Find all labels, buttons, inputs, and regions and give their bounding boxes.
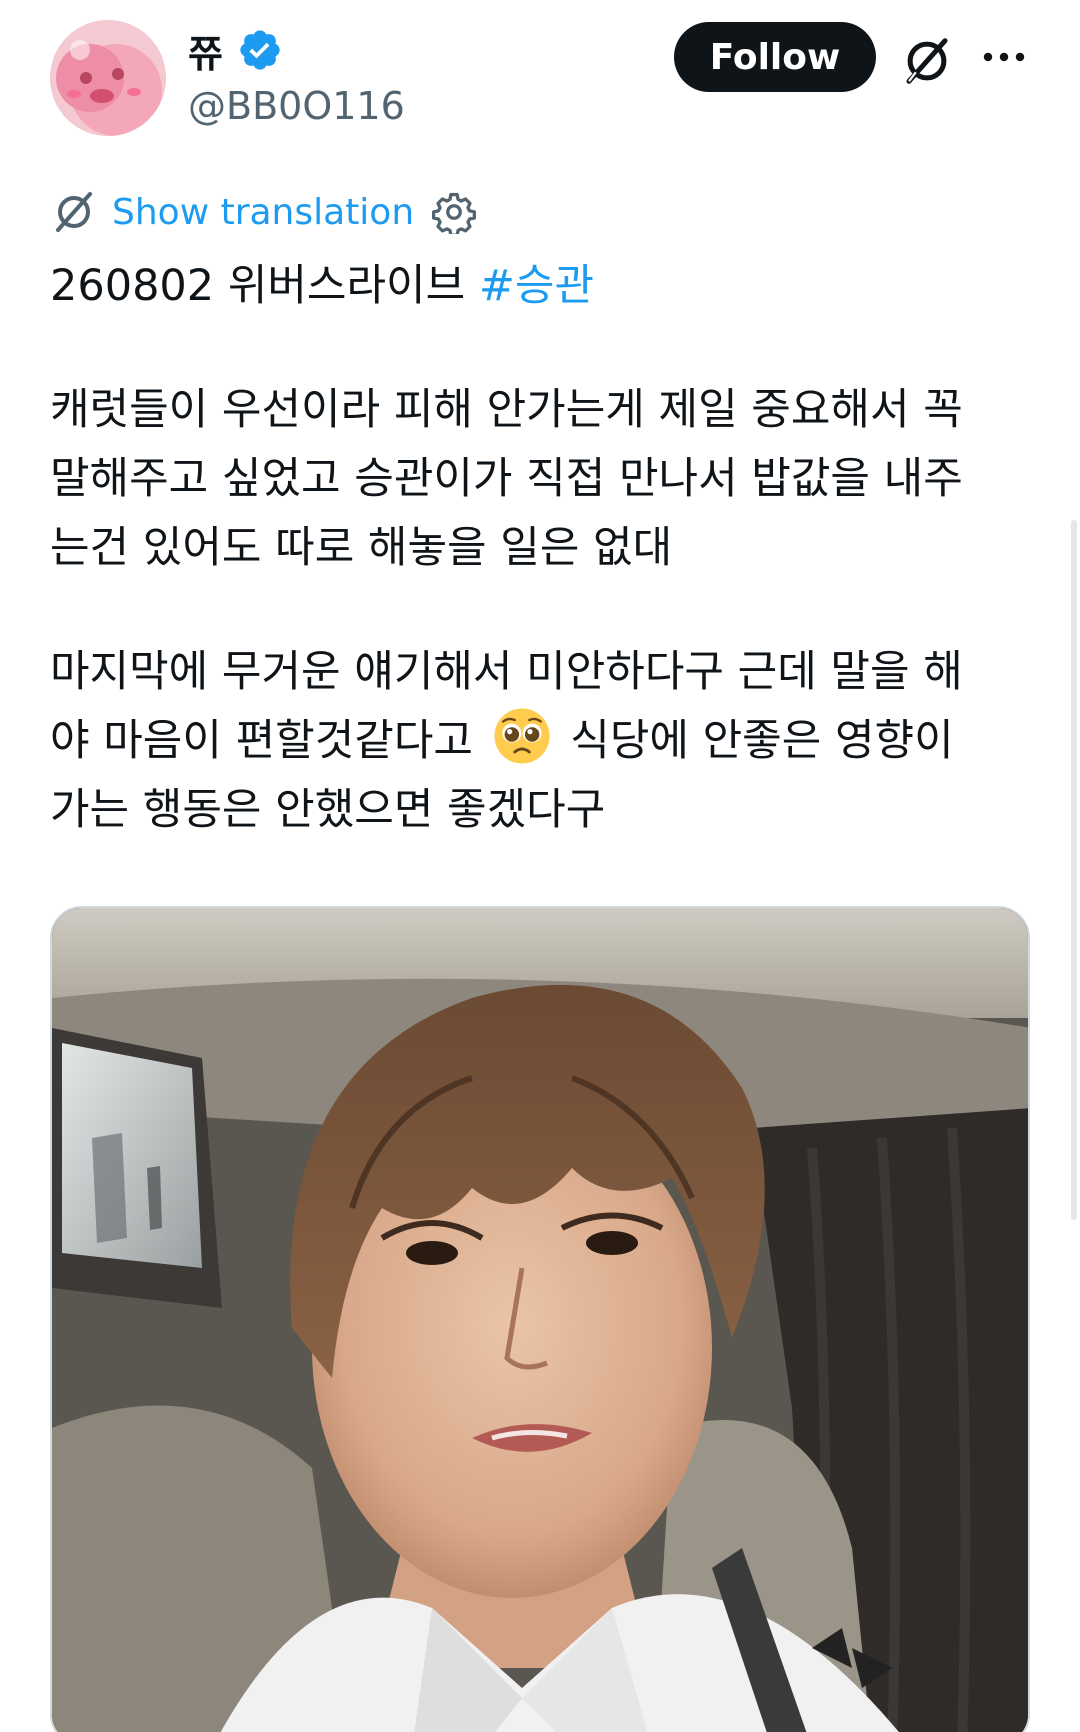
grok-translate-icon — [56, 192, 92, 232]
pleading-face-emoji-icon — [494, 708, 550, 764]
show-translation-link[interactable]: Show translation — [112, 192, 414, 233]
show-translation-row[interactable]: Show translation — [50, 186, 477, 238]
hashtag-link[interactable]: #승관 — [479, 261, 594, 311]
tweet-paragraph-1-line: 말해주고 싶었고 승관이가 직접 만나서 밥값을 내주 — [50, 454, 963, 504]
tweet-line-1: 260802 위버스라이브 #승관 — [50, 252, 1030, 321]
pink-character-avatar-icon — [50, 20, 166, 136]
tweet-text-segment: 식당에 안좋은 영향이 — [556, 716, 954, 766]
tweet-paragraph-2-line: 마지막에 무거운 얘기해서 미안하다구 근데 말을 해 — [50, 647, 963, 697]
tweet-paragraph-2-line: 가는 행동은 안했으면 좋겠다구 — [50, 785, 606, 835]
tweet-text-segment: 야 마음이 편할것같다고 — [50, 716, 487, 766]
tweet-paragraph-1-line: 캐럿들이 우선이라 피해 안가는게 제일 중요해서 꼭 — [50, 385, 963, 435]
tweet-paragraph-1-line: 는건 있어도 따로 해놓을 일은 없대 — [50, 523, 673, 573]
tweet-date-text: 260802 위버스라이브 — [50, 261, 479, 311]
tweet-paragraph-2-line: 야 마음이 편할것같다고 식당에 안좋은 영향이 — [50, 707, 1030, 776]
display-name[interactable]: 쮸 — [188, 22, 283, 78]
display-name-text: 쮸 — [188, 31, 223, 76]
livestream-photo-image — [52, 908, 1028, 1732]
follow-button[interactable]: Follow — [674, 22, 876, 92]
user-handle[interactable]: @BB0O116 — [188, 84, 405, 128]
verified-badge-icon — [240, 30, 280, 70]
tweet-page: 쮸 @BB0O116 Follow Show translation 26080… — [0, 0, 1080, 1732]
tweet-media-video[interactable] — [50, 906, 1030, 1732]
paragraph-spacer — [50, 321, 1030, 376]
scrollbar[interactable] — [1071, 520, 1077, 1220]
gear-icon[interactable] — [432, 190, 477, 234]
avatar[interactable] — [50, 20, 166, 136]
tweet-text: 260802 위버스라이브 #승관 캐럿들이 우선이라 피해 안가는게 제일 중… — [50, 252, 1030, 845]
more-horizontal-icon[interactable] — [980, 44, 1028, 70]
paragraph-spacer — [50, 583, 1030, 638]
grok-icon[interactable] — [900, 34, 954, 88]
